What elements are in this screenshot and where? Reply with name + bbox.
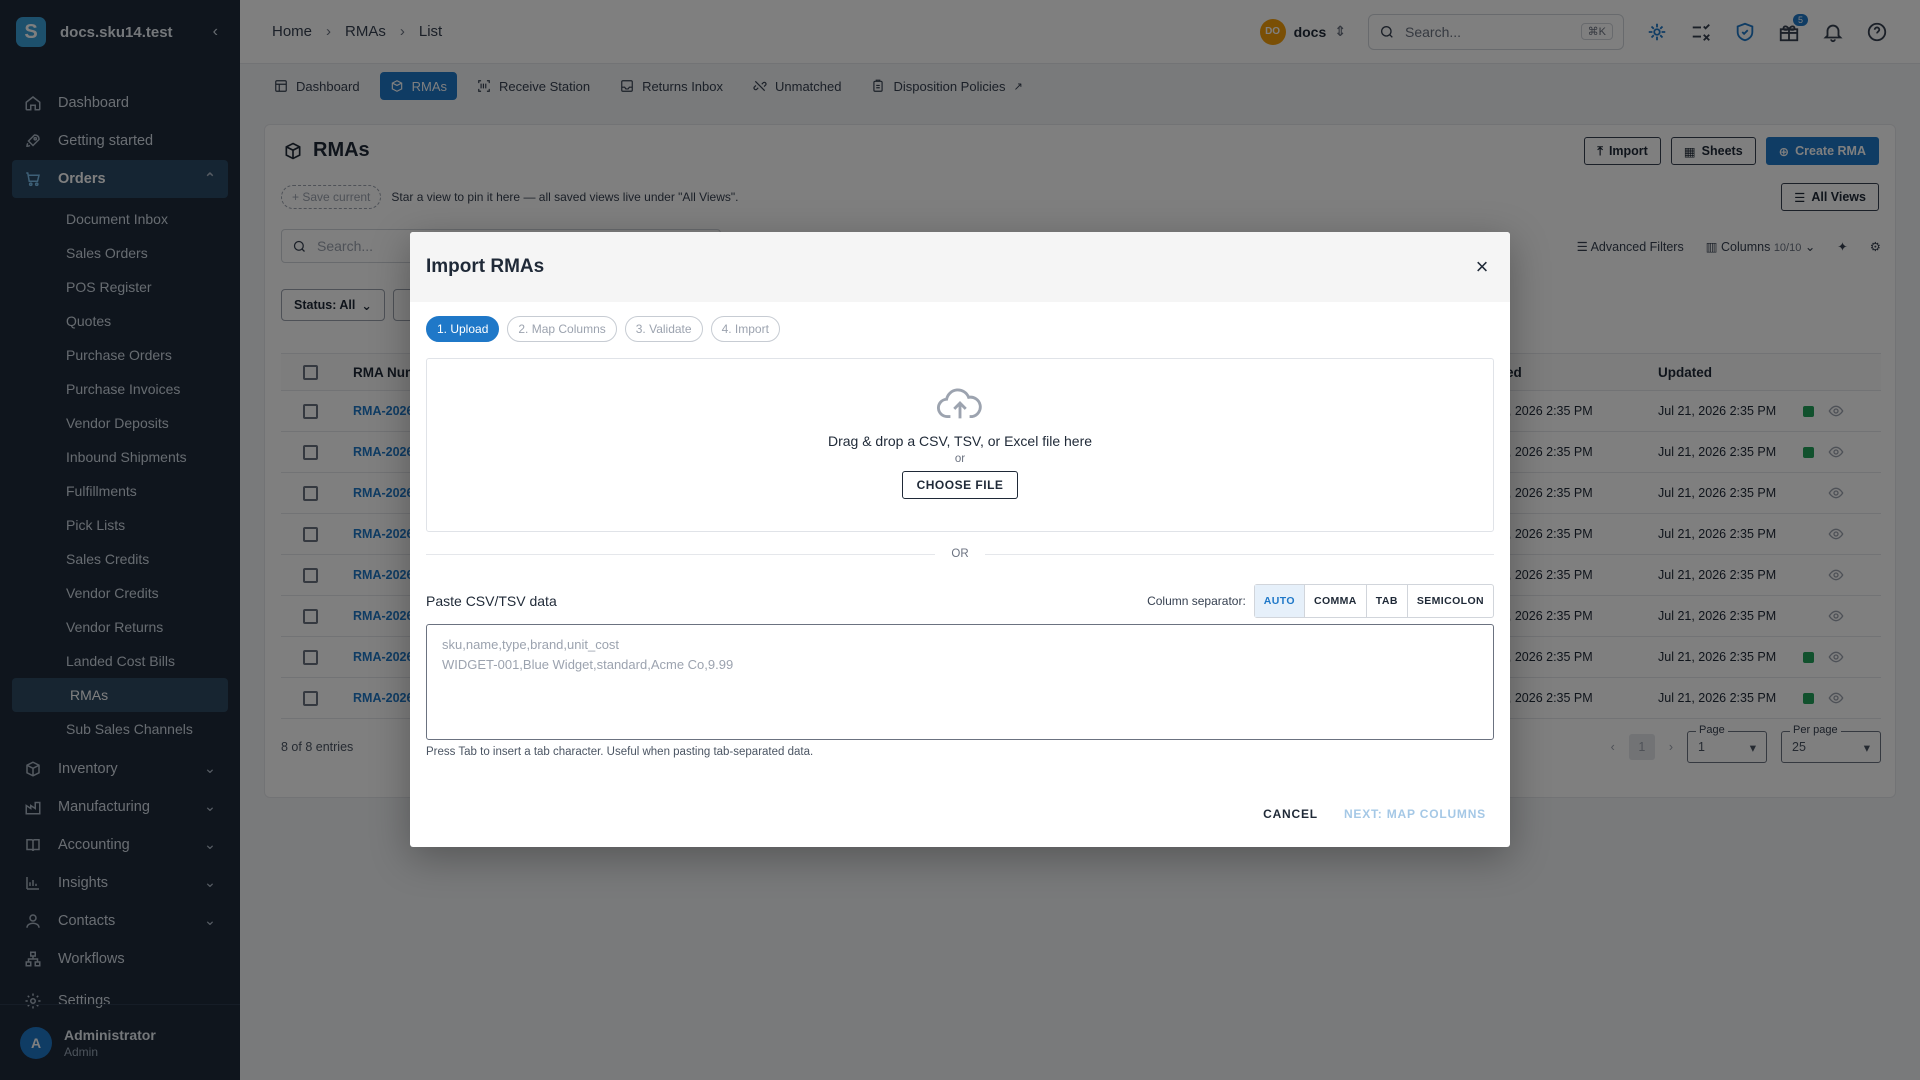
step-map-columns: 2. Map Columns xyxy=(507,316,617,342)
step-import: 4. Import xyxy=(710,316,780,342)
or-divider: OR xyxy=(426,548,1494,560)
divider-line xyxy=(426,553,936,555)
separator-comma[interactable]: COMMA xyxy=(1303,585,1366,617)
dropzone-or: or xyxy=(954,453,966,465)
paste-header: Paste CSV/TSV data Column separator: AUT… xyxy=(426,584,1494,618)
paste-help-text: Press Tab to insert a tab character. Use… xyxy=(426,746,814,758)
separator-control: Column separator: AUTO COMMA TAB SEMICOL… xyxy=(1147,584,1494,618)
cloud-upload-icon xyxy=(937,388,982,419)
divider-line xyxy=(984,553,1494,555)
separator-label: Column separator: xyxy=(1147,594,1246,608)
paste-data-textarea[interactable]: sku,name,type,brand,unit_cost WIDGET-001… xyxy=(426,624,1494,740)
file-dropzone[interactable]: Drag & drop a CSV, TSV, or Excel file he… xyxy=(426,358,1494,532)
step-upload: 1. Upload xyxy=(426,316,500,342)
dialog-title: Import RMAs xyxy=(426,256,545,277)
separator-semicolon[interactable]: SEMICOLON xyxy=(1406,585,1493,617)
paste-label: Paste CSV/TSV data xyxy=(426,593,557,609)
separator-auto[interactable]: AUTO xyxy=(1254,585,1304,617)
import-stepper: 1. Upload 2. Map Columns 3. Validate 4. … xyxy=(426,316,780,342)
dialog-footer: CANCEL NEXT: MAP COLUMNS xyxy=(1263,807,1486,821)
choose-file-button[interactable]: CHOOSE FILE xyxy=(901,471,1019,499)
step-validate: 3. Validate xyxy=(624,316,703,342)
or-divider-text: OR xyxy=(951,548,969,560)
cancel-button[interactable]: CANCEL xyxy=(1263,807,1318,821)
import-rmas-dialog: Import RMAs × 1. Upload 2. Map Columns 3… xyxy=(410,232,1510,847)
dropzone-text: Drag & drop a CSV, TSV, or Excel file he… xyxy=(827,433,1093,449)
separator-tab[interactable]: TAB xyxy=(1365,585,1407,617)
separator-toggle: AUTO COMMA TAB SEMICOLON xyxy=(1253,584,1494,618)
dialog-header: Import RMAs × xyxy=(410,232,1510,302)
close-icon[interactable]: × xyxy=(1470,254,1494,279)
next-map-columns-button[interactable]: NEXT: MAP COLUMNS xyxy=(1344,807,1486,821)
